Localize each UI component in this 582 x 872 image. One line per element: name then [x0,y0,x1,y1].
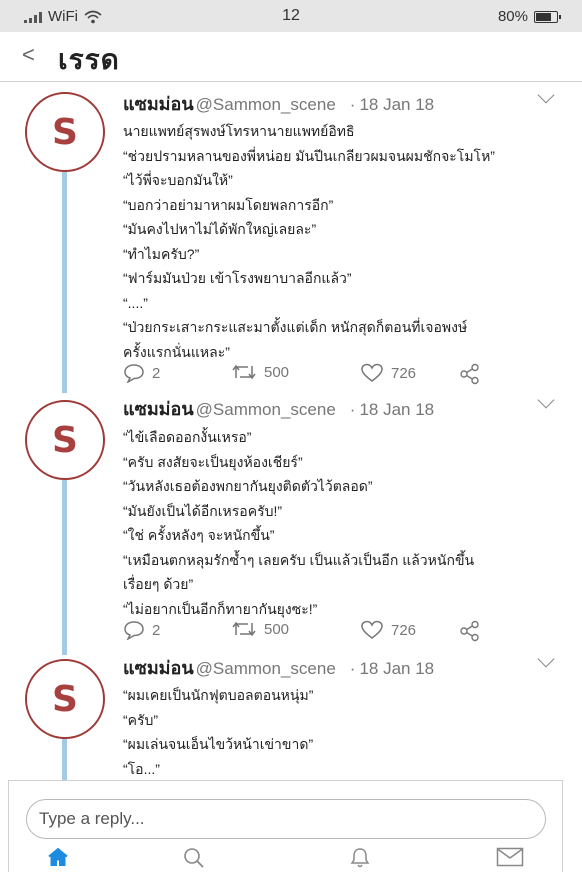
tweet-text: นายแพทย์สุรพงษ์โทรหานายแพทย์อิทธิ “ช่วยป… [123,119,563,364]
tweet-line: “เหมือนตกหลุมรักซ้ำๆ เลยครับ เป็นแล้วเป็… [123,551,475,593]
display-name[interactable]: แซมม่อน [123,399,194,419]
user-handle[interactable]: @Sammon_scene [196,95,336,114]
thread-feed[interactable]: S แซมม่อน @Sammon_scene · 18 Jan 18 นายแพทย… [0,83,582,780]
user-handle[interactable]: @Sammon_scene [196,400,336,419]
tweet-date: 18 Jan 18 [359,95,435,114]
chevron-down-icon[interactable] [537,86,555,104]
avatar[interactable]: S [25,659,105,739]
tweet-actions: 2 500 726 [123,363,563,385]
page-title: เรรด [58,44,120,75]
tweet-line: “มันยังเป็นได้อีกเหรอครับ!” [123,502,283,519]
tweet-line: “ไว้พี่จะบอกมันให้” [123,172,233,188]
like-count: 726 [391,621,417,639]
separator-dot: · [349,95,356,114]
reply-button[interactable]: 2 [123,620,160,640]
chevron-down-icon[interactable] [537,391,555,409]
avatar-letter: S [52,678,78,720]
like-count: 726 [391,364,417,382]
tweet-header: แซมม่อน @Sammon_scene · 18 Jan 18 [123,394,434,423]
tweet-line: “....” [123,294,148,311]
tweet-date: 18 Jan 18 [359,659,435,678]
display-name[interactable]: แซมม่อน [123,658,194,678]
chevron-down-icon[interactable] [537,650,555,668]
thread-connector [62,738,67,780]
tab-search[interactable] [183,847,205,872]
tweet-line: “มันคงไปหาไม่ได้พักใหญ่เลยละ” [123,221,317,237]
thread-connector [62,480,67,655]
tweet-text: “ไข้เลือดออกงั้นเหรอ” “ครับ สงสัยจะเป็นย… [123,425,563,621]
reply-count: 2 [152,364,161,382]
tweet-line: “ทำไมครับ?” [123,245,200,262]
share-icon [460,620,479,642]
status-right: 80% [497,8,561,25]
heart-icon [361,363,383,382]
share-button[interactable] [459,363,481,385]
retweet-icon [232,364,256,380]
reply-button[interactable]: 2 [123,363,160,383]
mail-icon [496,847,524,867]
tweet-date: 18 Jan 18 [359,400,435,419]
tab-home[interactable] [47,847,69,872]
home-icon [48,847,68,866]
retweet-button[interactable]: 500 [231,363,289,381]
bottom-tab-bar [9,845,564,872]
top-header: < เรรด [0,32,582,82]
separator-dot: · [349,400,356,419]
heart-icon [361,620,383,639]
tweet-line: “ไม่อยากเป็นอีกก็ทายากันยุงซะ!” [123,600,318,617]
tweet-actions: 2 500 726 [123,620,563,642]
reply-icon [124,621,144,640]
back-button[interactable]: < [22,42,35,68]
user-handle[interactable]: @Sammon_scene [196,659,336,678]
retweet-count: 500 [264,363,290,381]
retweet-button[interactable]: 500 [231,620,289,638]
reply-input[interactable] [26,799,546,839]
avatar[interactable]: S [25,400,105,480]
tweet-line: “ช่วยปรามหลานของพี่หน่อย มันปีนเกลียวผมจ… [123,147,495,164]
tweet-line: “ผมเคยเป็นนักฟุตบอลตอนหนุ่ม” [123,687,314,703]
tweet-text: “ผมเคยเป็นนักฟุตบอลตอนหนุ่ม” “ครับ” “ผมเ… [123,683,563,780]
tab-notifications[interactable] [349,847,371,872]
bell-icon [350,848,370,868]
tab-messages[interactable] [496,847,524,872]
separator-dot: · [349,659,356,678]
reply-count: 2 [152,621,161,639]
tweet-line: “ครับ สงสัยจะเป็นยุงห้องเชียร์” [123,453,303,470]
like-button[interactable]: 726 [360,363,416,383]
tweet-header: แซมม่อน @Sammon_scene · 18 Jan 18 [123,653,434,682]
share-button[interactable] [459,620,481,642]
tweet-header: แซมม่อน @Sammon_scene · 18 Jan 18 [123,89,434,118]
tweet-line: “บอกว่าอย่ามาหาผมโดยพลการอีก” [123,196,334,213]
tweet-line: “โอ...” [123,760,160,777]
avatar[interactable]: S [25,92,105,172]
avatar-letter: S [52,111,78,153]
tweet-line: “ครับ” [123,711,159,728]
retweet-icon [232,621,256,637]
tweet-line: “ฟาร์มมันป่วย เข้าโรงพยาบาลอีกแล้ว” [123,270,352,286]
avatar-letter: S [52,419,78,461]
battery-percent: 80% [497,8,528,25]
share-icon [460,363,479,385]
reply-composer [8,780,563,872]
tweet-line: “ไข้เลือดออกงั้นเหรอ” [123,429,252,445]
reply-icon [124,364,144,383]
thread-connector [62,172,67,393]
tweet-line: “วันหลังเธอต้องพกยากันยุงติดตัวไว้ตลอด” [123,478,373,494]
battery-icon [534,10,561,23]
tweet-line: “ป่วยกระเสาะกระแสะมาตั้งแต่เด็ก หนักสุดก… [123,319,468,360]
status-time: 12 [282,7,300,24]
status-bar: WiFi 12 80% [0,0,582,32]
tweet-line: “ผมเล่นจนเอ็นไขว้หน้าเข่าขาด” [123,736,314,752]
like-button[interactable]: 726 [360,620,416,640]
tweet-line: “ใช่ ครั้งหลังๆ จะหนักขึ้น” [123,527,275,543]
display-name[interactable]: แซมม่อน [123,94,194,114]
search-icon [184,848,204,868]
tweet-line: นายแพทย์สุรพงษ์โทรหานายแพทย์อิทธิ [123,123,355,139]
retweet-count: 500 [264,620,290,638]
